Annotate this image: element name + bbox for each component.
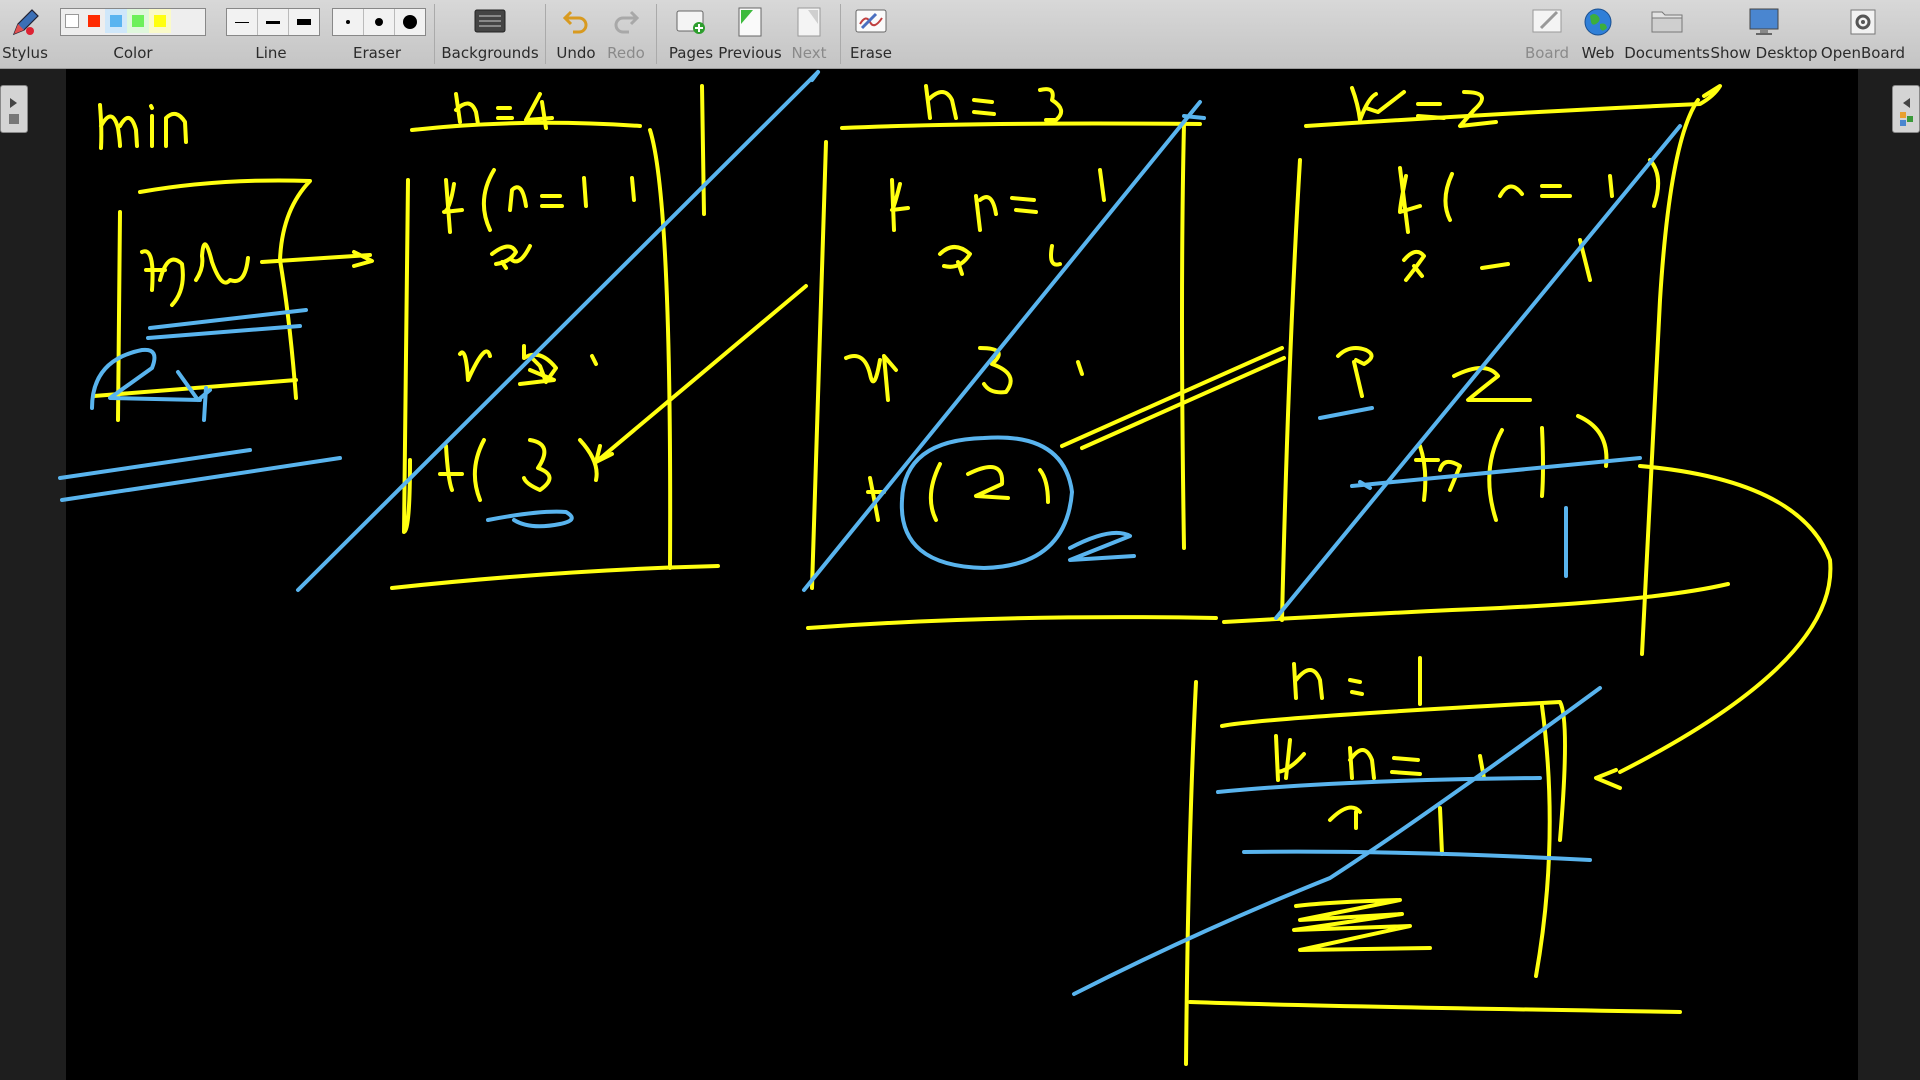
- frame-n3-sketch: [802, 84, 1284, 630]
- frame-n4-sketch: [296, 70, 820, 592]
- frame-n1-sketch: [1072, 656, 1682, 1066]
- cross-out-stroke: [810, 70, 820, 82]
- main-frame-sketch: [58, 103, 374, 502]
- handwritten-recursion-drawing: [58, 70, 1833, 1066]
